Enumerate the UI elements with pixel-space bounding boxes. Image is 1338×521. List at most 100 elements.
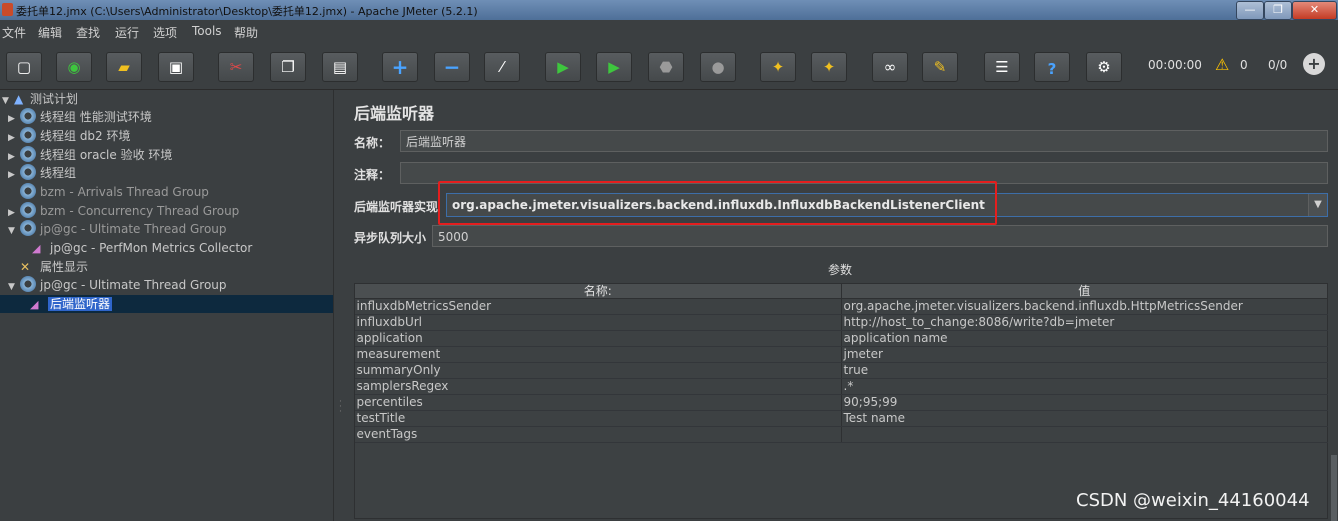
open-folder-icon: ▰ [118,58,130,76]
table-row[interactable]: influxdbMetricsSender org.apache.jmeter.v… [354,298,1328,315]
search-button[interactable]: ∞ [872,52,908,82]
vertical-scrollbar[interactable] [1331,455,1337,521]
menu-run[interactable]: 运行 [115,24,139,41]
new-button[interactable]: ▢ [6,52,42,82]
clear-all-button[interactable]: ✦ [811,52,847,82]
tree-node-thread-group[interactable]: ▶ 线程组 [8,164,76,182]
stop-button[interactable]: ⬣ [648,52,684,82]
tree-node-backend-listener[interactable]: ◢ 后端监听器 [0,295,333,313]
table-row[interactable]: application application name [354,330,1328,347]
remote-icon: ⚙ [1097,58,1111,76]
cut-button[interactable]: ✂ [218,52,254,82]
menu-options[interactable]: 选项 [153,24,177,41]
param-name-cell[interactable]: eventTags [354,426,842,443]
param-value-cell[interactable]: Test name [841,410,1328,427]
tree-node-arrivals-thread-group[interactable]: bzm - Arrivals Thread Group [8,183,209,201]
param-value-cell[interactable]: http://host_to_change:8086/write?db=jmet… [841,314,1328,331]
param-name-cell[interactable]: influxdbUrl [354,314,842,331]
menu-tools[interactable]: Tools [192,24,222,38]
column-header-value[interactable]: 值 [840,283,1328,299]
splitter-grip-icon[interactable]: · · · [339,398,342,417]
save-button[interactable]: ▣ [158,52,194,82]
help-button[interactable]: ? [1034,52,1070,82]
table-row[interactable]: eventTags [354,426,1328,443]
param-value-cell[interactable]: jmeter [841,346,1328,363]
queue-size-field[interactable]: 5000 [432,225,1328,247]
table-row[interactable]: summaryOnly true [354,362,1328,379]
menu-file[interactable]: 文件 [2,24,26,41]
tree-node-ultimate-thread-group[interactable]: ▼ jp@gc - Ultimate Thread Group [8,276,227,294]
chart-icon: ◢ [30,298,39,311]
tree-node-perfmon-collector[interactable]: ◢ jp@gc - PerfMon Metrics Collector [32,239,252,257]
toggle-icon: ⁄ [500,58,504,76]
csdn-watermark: CSDN @weixin_44160044 [1076,490,1310,511]
expand-arrow-icon[interactable]: ▼ [8,278,20,296]
table-row[interactable]: percentiles 90;95;99 [354,394,1328,411]
chevron-down-icon[interactable]: ▼ [1308,194,1327,216]
param-value-cell[interactable]: application name [841,330,1328,347]
gear-icon [20,164,36,180]
param-value-cell[interactable]: 90;95;99 [841,394,1328,411]
param-name-cell[interactable]: summaryOnly [354,362,842,379]
function-helper-button[interactable]: ☰ [984,52,1020,82]
remote-status-icon[interactable]: + [1303,53,1325,75]
tree-node-ultimate-thread-group[interactable]: ▼ jp@gc - Ultimate Thread Group [8,220,227,238]
collapse-button[interactable]: − [434,52,470,82]
param-value-cell[interactable]: true [841,362,1328,379]
start-button[interactable]: ▶ [545,52,581,82]
tree-node-test-plan[interactable]: ▼ ▲ 测试计划 [2,90,78,108]
toolbar: ▢ ◉ ▰ ▣ ✂ ❐ ▤ + − ⁄ ▶ ▶ ⬣ ● ✦ ✦ ∞ ✎ ☰ ? … [0,43,1338,90]
elapsed-timer: 00:00:00 [1148,58,1202,72]
table-row[interactable]: samplersRegex .* [354,378,1328,395]
maximize-button[interactable]: ❐ [1264,1,1292,20]
expand-arrow-icon[interactable]: ▼ [8,222,20,240]
minimize-button[interactable]: — [1236,1,1264,20]
paste-button[interactable]: ▤ [322,52,358,82]
close-button[interactable]: ✕ [1292,1,1337,20]
name-field[interactable]: 后端监听器 [400,130,1328,152]
shutdown-button[interactable]: ● [700,52,736,82]
menu-edit[interactable]: 编辑 [38,24,62,41]
warning-icon[interactable]: ⚠ [1215,55,1229,74]
param-value-cell[interactable] [841,426,1328,443]
table-row[interactable]: measurement jmeter [354,346,1328,363]
tree-node-concurrency-thread-group[interactable]: ▶ bzm - Concurrency Thread Group [8,202,239,220]
open-button[interactable]: ▰ [106,52,142,82]
collapse-arrow-icon[interactable]: ▶ [8,110,20,128]
param-name-cell[interactable]: measurement [354,346,842,363]
split-pane-divider[interactable]: · · · [333,90,349,521]
tree-node-thread-group[interactable]: ▶ 线程组 性能测试环境 [8,108,152,126]
toggle-button[interactable]: ⁄ [484,52,520,82]
column-header-name[interactable]: 名称: [354,283,842,299]
collapse-arrow-icon[interactable]: ▶ [8,129,20,147]
param-value-cell[interactable]: .* [841,378,1328,395]
param-name-cell[interactable]: application [354,330,842,347]
clear-button[interactable]: ✦ [760,52,796,82]
window-title: 委托单12.jmx (C:\Users\Administrator\Deskto… [16,5,478,18]
backend-listener-panel: 后端监听器 名称： 后端监听器 注释： 后端监听器实现 org.apache.j… [348,90,1338,521]
start-no-pauses-button[interactable]: ▶ [596,52,632,82]
param-name-cell[interactable]: testTitle [354,410,842,427]
play-no-timers-icon: ▶ [608,58,620,76]
binoculars-icon: ∞ [883,58,897,76]
remote-button[interactable]: ⚙ [1086,52,1122,82]
broom-all-icon: ✦ [822,58,836,76]
collapse-arrow-icon[interactable]: ▶ [8,166,20,184]
table-row[interactable]: influxdbUrl http://host_to_change:8086/wr… [354,314,1328,331]
expand-button[interactable]: + [382,52,418,82]
param-value-cell[interactable]: org.apache.jmeter.visualizers.backend.in… [841,298,1328,315]
tree-node-thread-group[interactable]: ▶ 线程组 db2 环境 [8,127,131,145]
param-name-cell[interactable]: influxdbMetricsSender [354,298,842,315]
table-row[interactable]: testTitle Test name [354,410,1328,427]
menu-search[interactable]: 查找 [76,24,100,41]
test-plan-icon: ▲ [14,92,24,106]
copy-button[interactable]: ❐ [270,52,306,82]
reset-search-button[interactable]: ✎ [922,52,958,82]
param-name-cell[interactable]: samplersRegex [354,378,842,395]
param-name-cell[interactable]: percentiles [354,394,842,411]
tree-node-property-display[interactable]: ✕ 属性显示 [20,258,88,276]
menu-help[interactable]: 帮助 [234,24,258,41]
templates-button[interactable]: ◉ [56,52,92,82]
tree-node-thread-group[interactable]: ▶ 线程组 oracle 验收 环境 [8,146,172,164]
active-threads-ratio: 0/0 [1268,58,1288,72]
